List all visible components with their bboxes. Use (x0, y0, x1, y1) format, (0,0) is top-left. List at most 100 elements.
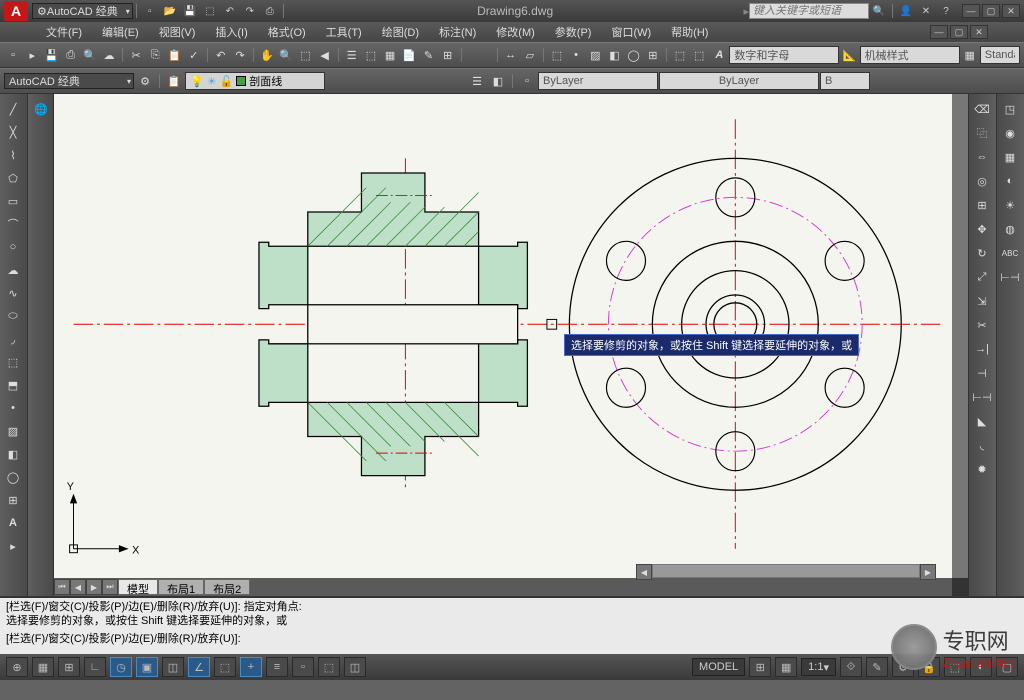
app-logo-icon[interactable]: A (4, 1, 28, 21)
qcalc-btn[interactable]: ⊞ (439, 45, 457, 65)
min-button[interactable]: — (962, 4, 980, 18)
props-btn[interactable]: ☰ (343, 45, 361, 65)
vs-tool[interactable]: ▦ (999, 146, 1021, 168)
erase-tool[interactable]: ⌫ (971, 98, 993, 120)
pan-btn[interactable]: ✋ (258, 45, 276, 65)
dist-btn[interactable]: ↔ (502, 45, 520, 65)
mtext-tool[interactable]: A (2, 512, 24, 534)
rotate-tool[interactable]: ↻ (971, 242, 993, 264)
tp-btn[interactable]: ▦ (381, 45, 399, 65)
gradient-tool[interactable]: ◧ (2, 443, 24, 465)
fillet-tool[interactable]: ◟ (971, 434, 993, 456)
qp-toggle[interactable]: ⬚ (318, 657, 340, 677)
grid-toggle[interactable]: ⊞ (58, 657, 80, 677)
tab-layout1[interactable]: 布局1 (158, 579, 204, 595)
hatch-btn[interactable]: ▨ (586, 45, 604, 65)
ellipse-arc-tool[interactable]: ◞ (2, 328, 24, 350)
pline-tool[interactable]: ⌇ (2, 144, 24, 166)
layer-iso-btn[interactable]: ◧ (488, 71, 508, 91)
menu-params[interactable]: 参数(P) (545, 22, 602, 42)
command-window[interactable]: [栏选(F)/窗交(C)/投影(P)/边(E)/删除(R)/放弃(U)]: 指定… (0, 596, 1024, 654)
make-block-tool[interactable]: ⬒ (2, 374, 24, 396)
menu-tools[interactable]: 工具(T) (316, 22, 372, 42)
cut-btn[interactable]: ✂ (127, 45, 145, 65)
anno-auto-icon[interactable]: ✎ (866, 657, 888, 677)
menu-format[interactable]: 格式(O) (258, 22, 316, 42)
new-icon[interactable]: ▫ (142, 3, 158, 19)
layer-props-btn[interactable]: 📋 (164, 71, 184, 91)
menu-file[interactable]: 文件(F) (36, 22, 92, 42)
redo-btn[interactable]: ↷ (231, 45, 249, 65)
tab-next-icon[interactable]: ▶ (86, 579, 102, 595)
open-btn[interactable]: ▸ (23, 45, 41, 65)
abc-tool[interactable]: ABC (999, 242, 1021, 264)
preview-btn[interactable]: 🔍 (81, 45, 99, 65)
dyn-toggle[interactable]: + (240, 657, 262, 677)
offset-tool[interactable]: ◎ (971, 170, 993, 192)
chamfer-tool[interactable]: ◣ (971, 410, 993, 432)
world-icon[interactable]: 🌐 (30, 98, 52, 120)
material-tool[interactable]: ◍ (999, 218, 1021, 240)
addsel-tool[interactable]: ▸ (2, 535, 24, 557)
scrollbar-vertical[interactable] (952, 94, 968, 578)
ucs-tool[interactable]: ◳ (999, 98, 1021, 120)
table-tool[interactable]: ⊞ (2, 489, 24, 511)
revcloud-tool[interactable]: ☁ (2, 259, 24, 281)
signin-icon[interactable]: 👤 (898, 3, 914, 19)
dc-btn[interactable]: ⬚ (362, 45, 380, 65)
tab-prev-icon[interactable]: ◀ (70, 579, 86, 595)
region-tool[interactable]: ◯ (2, 466, 24, 488)
point-tool[interactable]: • (2, 397, 24, 419)
tab-layout2[interactable]: 布局2 (204, 579, 250, 595)
zoom-prev-btn[interactable]: ◀ (316, 45, 334, 65)
save-icon[interactable]: 💾 (182, 3, 198, 19)
color-input[interactable] (538, 72, 658, 90)
max-button[interactable]: ▢ (982, 4, 1000, 18)
print-icon[interactable]: ⎙ (262, 3, 278, 19)
lwt-toggle[interactable]: ≡ (266, 657, 288, 677)
open-icon[interactable]: 📂 (162, 3, 178, 19)
copy-btn[interactable]: ⎘ (146, 45, 164, 65)
zoom-btn[interactable]: 🔍 (277, 45, 295, 65)
point-btn[interactable]: • (567, 45, 585, 65)
3dosnap-toggle[interactable]: ◫ (162, 657, 184, 677)
sc-toggle[interactable]: ◫ (344, 657, 366, 677)
region-btn[interactable]: ◯ (625, 45, 643, 65)
explode-tool[interactable]: ✹ (971, 458, 993, 480)
coords-toggle[interactable]: ⊕ (6, 657, 28, 677)
ws-gear-icon[interactable]: ⚙ (135, 71, 155, 91)
ortho-toggle[interactable]: ∟ (84, 657, 106, 677)
saveas-icon[interactable]: ⬚ (202, 3, 218, 19)
textstyle-btn[interactable]: A (710, 45, 728, 65)
linetype-input[interactable] (659, 72, 819, 90)
qv-drawings-icon[interactable]: ▦ (775, 657, 797, 677)
model-paper-toggle[interactable]: MODEL (692, 658, 745, 676)
help-search-input[interactable] (749, 3, 869, 19)
publish-btn[interactable]: ☁ (100, 45, 118, 65)
textstyle-input[interactable] (980, 46, 1020, 64)
table-btn[interactable]: ⊞ (644, 45, 662, 65)
menu-help[interactable]: 帮助(H) (661, 22, 718, 42)
polar-toggle[interactable]: ◷ (110, 657, 132, 677)
menu-window[interactable]: 窗口(W) (601, 22, 661, 42)
exchange-icon[interactable]: ✕ (918, 3, 934, 19)
close-button[interactable]: ✕ (1002, 4, 1020, 18)
insert-tool[interactable]: ⬚ (2, 351, 24, 373)
snap-toggle[interactable]: ▦ (32, 657, 54, 677)
markup-btn[interactable]: ✎ (419, 45, 437, 65)
scale-tool[interactable]: ⤢ (971, 266, 993, 288)
zoom-win-btn[interactable]: ⬚ (296, 45, 314, 65)
menu-view[interactable]: 视图(V) (149, 22, 206, 42)
ellipse-tool[interactable]: ⬭ (2, 305, 24, 327)
menu-edit[interactable]: 编辑(E) (92, 22, 149, 42)
scrollbar-horizontal[interactable]: ◀▶ (636, 564, 936, 578)
layer-state-btn[interactable]: ☰ (467, 71, 487, 91)
line-tool[interactable]: ╱ (2, 98, 24, 120)
xline-tool[interactable]: ╳ (2, 121, 24, 143)
menu-modify[interactable]: 修改(M) (486, 22, 545, 42)
render-tool[interactable]: ◐ (999, 170, 1021, 192)
doc-max-button[interactable]: ▢ (950, 25, 968, 39)
osnap-toggle[interactable]: ▣ (136, 657, 158, 677)
search-icon[interactable]: 🔍 (871, 3, 887, 19)
3dorbit-tool[interactable]: ◉ (999, 122, 1021, 144)
